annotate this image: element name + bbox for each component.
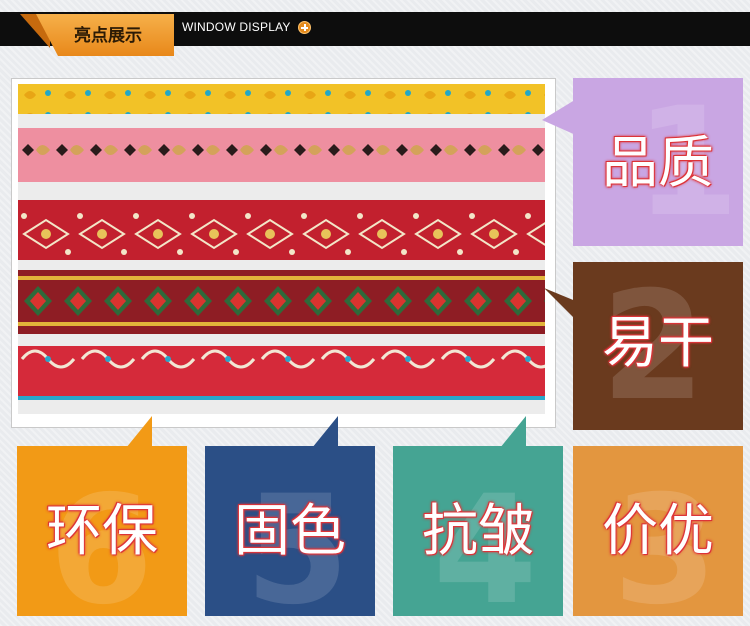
feature-panel-price: 3 价优 [573,446,743,616]
feature-label: 环保 [46,499,158,564]
feature-panel-quality: 1 品质 [573,78,743,246]
ribbon-samples-image [18,84,545,414]
ribbon-pink [18,128,545,182]
pointer-anti-wrinkle [500,416,526,448]
plus-icon[interactable] [298,21,311,34]
ribbon-yellow [18,84,545,114]
feature-label: 抗皱 [422,499,534,564]
feature-label: 固色 [234,499,346,564]
feature-label: 价优 [602,499,714,564]
feature-panel-color-fast: 5 固色 [205,446,375,616]
feature-label: 品质 [602,131,714,196]
feature-panel-eco: 6 环保 [17,446,187,616]
feature-panel-quick-dry: 2 易干 [573,262,743,430]
product-photo [18,84,545,414]
feature-label: 易干 [602,311,714,376]
section-subtitle: WINDOW DISPLAY [182,20,291,34]
ribbon-maroon [18,270,545,334]
ribbon-red-paisley [18,346,545,398]
pointer-eco [126,416,152,448]
pointer-color-fast [312,416,338,448]
ribbon-red [18,200,545,260]
section-title: 亮点展示 [74,26,142,46]
feature-panel-anti-wrinkle: 4 抗皱 [393,446,563,616]
